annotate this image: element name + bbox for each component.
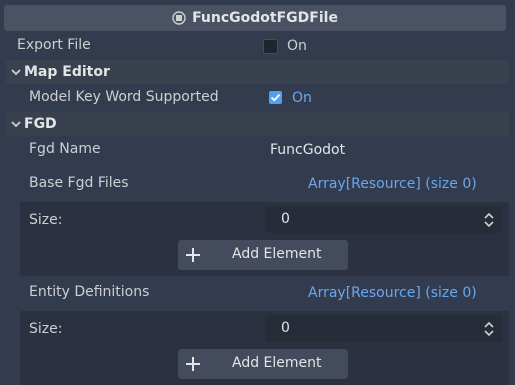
section-fgd[interactable]: FGD	[6, 112, 509, 136]
entity-definitions-array-button[interactable]: Array[Resource] (size 0)	[308, 285, 477, 301]
entity-definitions-size-label: Size:	[29, 321, 63, 337]
section-map-editor-label: Map Editor	[24, 64, 110, 80]
plus-icon	[186, 248, 200, 262]
base-fgd-files-label: Base Fgd Files	[29, 175, 129, 191]
base-fgd-files-size-value[interactable]: 0	[281, 211, 290, 227]
base-fgd-files-size-stepper[interactable]: 0	[265, 206, 502, 233]
section-fgd-label: FGD	[24, 116, 57, 132]
spin-arrows-icon[interactable]	[484, 322, 494, 336]
section-map-editor[interactable]: Map Editor	[6, 60, 509, 84]
entity-definitions-add-element-button[interactable]: Add Element	[178, 349, 348, 379]
export-file-label: Export File	[17, 37, 91, 53]
resource-header: FuncGodotFGDFile	[4, 5, 506, 31]
chevron-down-icon	[11, 69, 21, 76]
entity-definitions-size-value[interactable]: 0	[281, 320, 290, 336]
resource-title: FuncGodotFGDFile	[192, 10, 338, 26]
base-fgd-files-array-button[interactable]: Array[Resource] (size 0)	[308, 176, 477, 192]
model-key-word-checkbox[interactable]	[269, 91, 282, 104]
plus-icon	[186, 357, 200, 371]
entity-definitions-label: Entity Definitions	[29, 284, 150, 300]
export-file-value[interactable]: On	[287, 38, 307, 54]
entity-definitions-add-element-label: Add Element	[232, 355, 322, 371]
base-fgd-files-add-element-button[interactable]: Add Element	[178, 240, 348, 270]
model-key-word-label: Model Key Word Supported	[29, 89, 219, 105]
resource-icon	[172, 11, 186, 25]
export-file-checkbox[interactable]	[263, 39, 278, 54]
model-key-word-value[interactable]: On	[292, 90, 312, 106]
inspector-panel: FuncGodotFGDFile Export File On Map Edit…	[0, 0, 515, 385]
checkmark-icon	[270, 93, 281, 102]
fgd-name-input[interactable]: FuncGodot	[270, 142, 345, 158]
fgd-name-label: Fgd Name	[29, 141, 101, 157]
spin-arrows-icon[interactable]	[484, 213, 494, 227]
entity-definitions-size-stepper[interactable]: 0	[265, 315, 502, 342]
chevron-down-icon	[11, 121, 21, 128]
base-fgd-files-size-label: Size:	[29, 212, 63, 228]
base-fgd-files-add-element-label: Add Element	[232, 246, 322, 262]
